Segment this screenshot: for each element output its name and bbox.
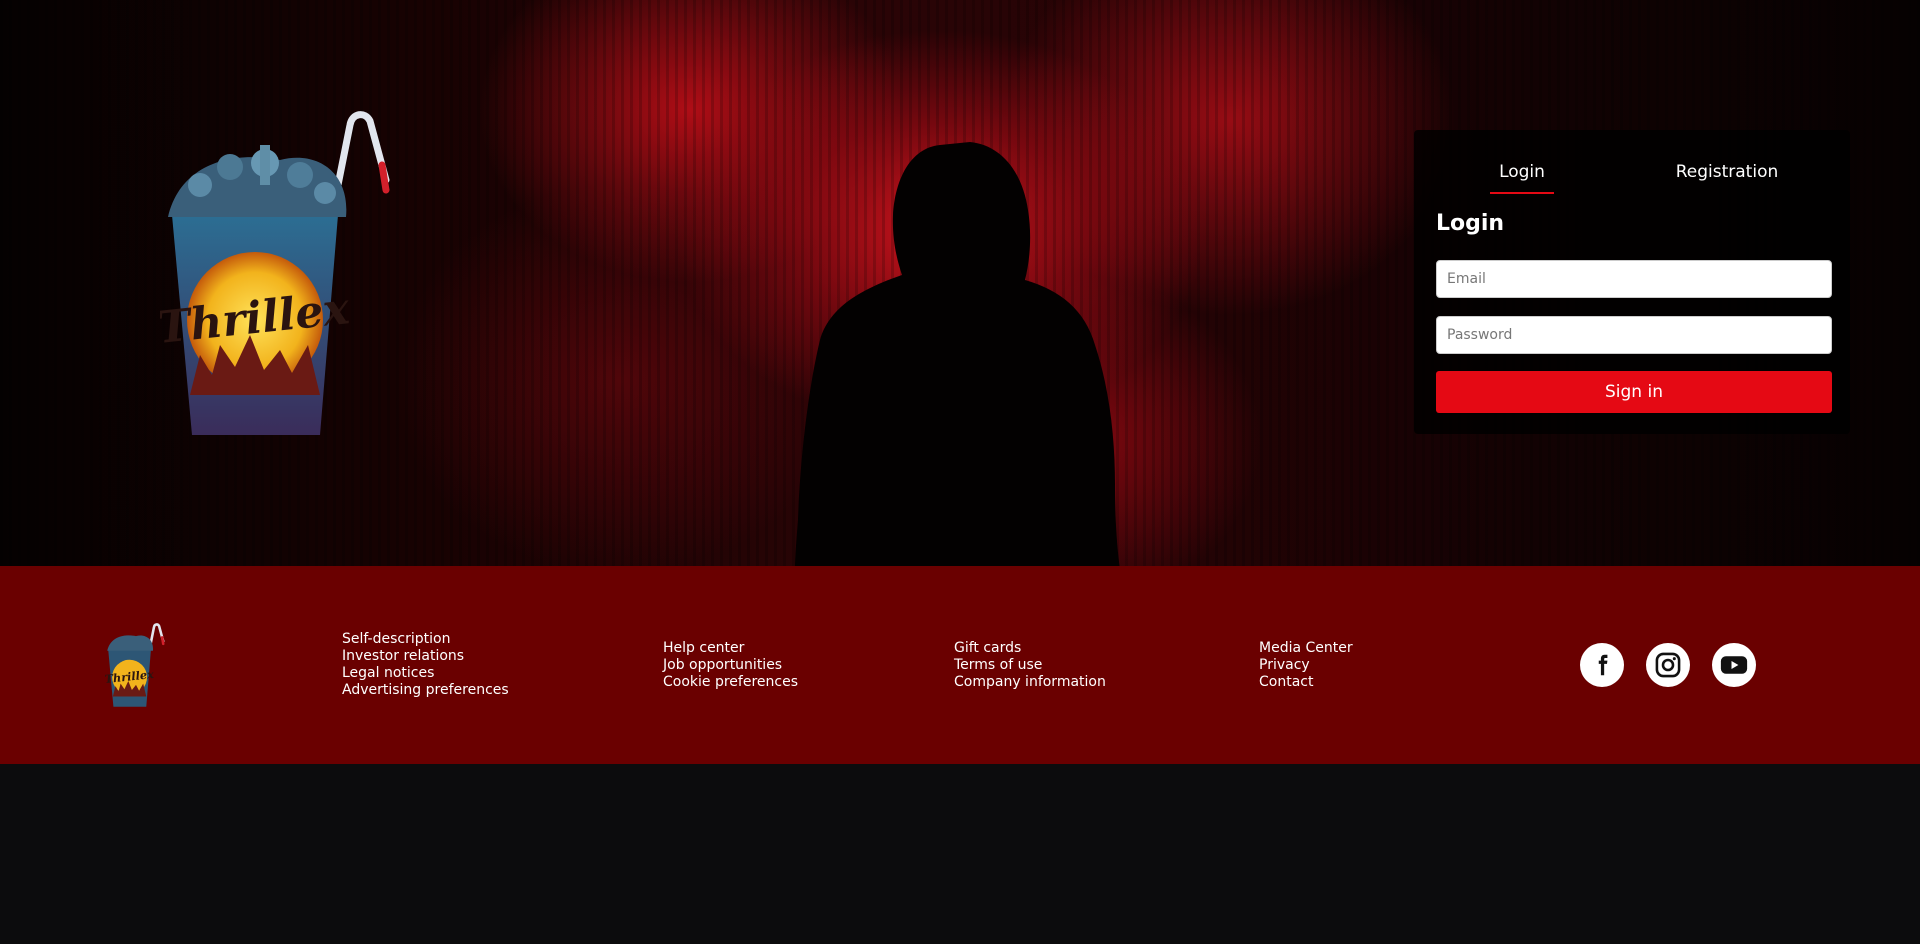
- footer: Thrillex Self-description Investor relat…: [0, 566, 1920, 764]
- hero-section: Thrillex Login Registration Login Sign i…: [0, 0, 1920, 566]
- footer-link-job-opportunities[interactable]: Job opportunities: [663, 657, 798, 674]
- footer-link-investor-relations[interactable]: Investor relations: [342, 648, 509, 665]
- login-card: Login Registration Login Sign in: [1414, 130, 1850, 434]
- footer-link-gift-cards[interactable]: Gift cards: [954, 640, 1106, 657]
- auth-tabs: Login Registration: [1414, 130, 1850, 196]
- tab-login[interactable]: Login: [1490, 162, 1554, 194]
- sign-in-button[interactable]: Sign in: [1436, 371, 1832, 413]
- facebook-link[interactable]: [1580, 643, 1624, 687]
- thrillex-cup-logo: Thrillex: [160, 111, 390, 435]
- login-heading: Login: [1436, 211, 1505, 236]
- footer-link-self-description[interactable]: Self-description: [342, 631, 509, 648]
- instagram-link[interactable]: [1646, 643, 1690, 687]
- footer-link-media-center[interactable]: Media Center: [1259, 640, 1353, 657]
- footer-column-3: Gift cards Terms of use Company informat…: [954, 640, 1106, 691]
- thrillex-footer-logo[interactable]: Thrillex: [105, 622, 167, 708]
- footer-link-privacy[interactable]: Privacy: [1259, 657, 1353, 674]
- youtube-link[interactable]: [1712, 643, 1756, 687]
- footer-link-advertising-preferences[interactable]: Advertising preferences: [342, 682, 509, 699]
- hooded-figure-image: [795, 142, 1120, 566]
- footer-column-4: Media Center Privacy Contact: [1259, 640, 1353, 691]
- footer-link-company-information[interactable]: Company information: [954, 674, 1106, 691]
- footer-link-help-center[interactable]: Help center: [663, 640, 798, 657]
- footer-link-cookie-preferences[interactable]: Cookie preferences: [663, 674, 798, 691]
- footer-link-legal-notices[interactable]: Legal notices: [342, 665, 509, 682]
- footer-link-contact[interactable]: Contact: [1259, 674, 1353, 691]
- tab-registration[interactable]: Registration: [1672, 162, 1782, 192]
- email-field[interactable]: [1436, 260, 1832, 298]
- footer-link-terms-of-use[interactable]: Terms of use: [954, 657, 1106, 674]
- password-field[interactable]: [1436, 316, 1832, 354]
- facebook-icon: [1598, 654, 1608, 676]
- footer-column-1: Self-description Investor relations Lega…: [342, 631, 509, 699]
- youtube-icon: [1720, 656, 1748, 674]
- footer-column-2: Help center Job opportunities Cookie pre…: [663, 640, 798, 691]
- instagram-icon: [1655, 652, 1681, 678]
